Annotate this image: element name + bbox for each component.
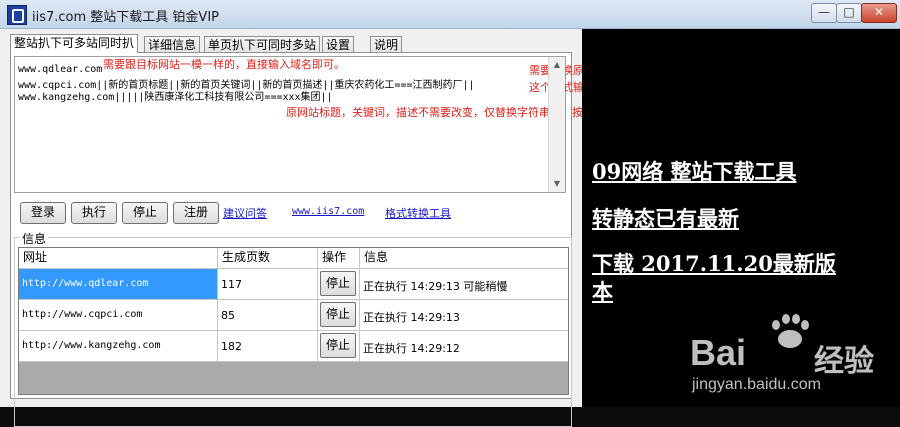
run-button[interactable]: 执行 bbox=[71, 202, 117, 224]
site-link[interactable]: www.iis7.com bbox=[292, 206, 364, 217]
convert-tool-link[interactable]: 格式转换工具 bbox=[385, 205, 451, 221]
table-row[interactable]: http://www.cqpci.com 85 停止 正在执行 14:29:13 bbox=[19, 300, 568, 331]
annotation-note: 需要跟目标网站一模一样的，直接输入域名即可。 bbox=[103, 58, 345, 71]
cell-pages: 182 bbox=[218, 331, 318, 361]
cell-url-text: http://www.qdlear.com bbox=[22, 278, 149, 289]
side-link-tool[interactable]: 09网络 整站下载工具 bbox=[592, 156, 797, 186]
stop-button[interactable]: 停止 bbox=[122, 202, 168, 224]
column-header-info[interactable]: 信息 bbox=[360, 248, 568, 268]
register-button[interactable]: 注册 bbox=[173, 202, 219, 224]
title-bar[interactable]: iis7.com 整站下载工具 铂金VIP — □ ✕ bbox=[0, 0, 900, 29]
task-table: 网址 生成页数 操作 信息 http://www.qdlear.com 117 … bbox=[18, 247, 569, 395]
row-stop-button[interactable]: 停止 bbox=[320, 302, 356, 327]
table-header: 网址 生成页数 操作 信息 bbox=[19, 248, 568, 269]
domain-input-textarea[interactable]: www.qdlear.com www.cqpci.com||新的首页标题||新的… bbox=[14, 56, 837, 193]
side-link-download-2[interactable]: 本 bbox=[592, 276, 613, 306]
cell-pages-text: 117 bbox=[221, 278, 242, 291]
paw-icon bbox=[768, 312, 810, 350]
main-panel: 整站扒下可多站同时扒 详细信息 单页扒下可同时多站 设置 说明 www.qdle… bbox=[0, 29, 837, 427]
row-stop-button[interactable]: 停止 bbox=[320, 271, 356, 296]
cell-info-text: 正在执行 14:29:12 bbox=[363, 342, 460, 355]
cell-action: 停止 bbox=[318, 300, 360, 330]
cell-pages: 117 bbox=[218, 269, 318, 299]
side-link-download[interactable]: 下载 2017.11.20最新版 bbox=[592, 248, 836, 278]
side-panel: 09网络 整站下载工具 转静态已有最新 下载 2017.11.20最新版 本 B… bbox=[582, 29, 900, 407]
close-button[interactable]: ✕ bbox=[861, 3, 897, 23]
window-title: iis7.com 整站下载工具 铂金VIP bbox=[32, 10, 219, 25]
tab-help[interactable]: 说明 bbox=[370, 36, 403, 53]
maximize-button[interactable]: □ bbox=[836, 3, 862, 23]
app-icon bbox=[7, 5, 27, 25]
cell-pages-text: 182 bbox=[221, 340, 242, 353]
watermark-brand: Bai bbox=[690, 332, 747, 373]
input-line: www.kangzehg.com|||||陕西康泽化工科技有限公司===xxx集… bbox=[18, 92, 333, 103]
cell-info: 正在执行 14:29:13 bbox=[360, 300, 568, 330]
cell-url[interactable]: http://www.kangzehg.com bbox=[19, 331, 218, 361]
cell-info-text: 正在执行 14:29:13 可能稍慢 bbox=[363, 280, 508, 293]
tab-whole-site[interactable]: 整站扒下可多站同时扒 bbox=[10, 34, 139, 53]
column-header-url[interactable]: 网址 bbox=[19, 248, 218, 268]
faq-link[interactable]: 建议问答 bbox=[223, 205, 267, 221]
baidu-watermark: Bai 经验 jingyan.baidu.com bbox=[690, 312, 890, 402]
cell-pages-text: 85 bbox=[221, 309, 235, 322]
column-header-action[interactable]: 操作 bbox=[318, 248, 360, 268]
cell-url[interactable]: http://www.qdlear.com bbox=[19, 269, 218, 299]
info-group-label: 信息 bbox=[20, 230, 49, 247]
cell-pages: 85 bbox=[218, 300, 318, 330]
cell-url-text: http://www.cqpci.com bbox=[22, 309, 143, 320]
cell-action: 停止 bbox=[318, 331, 360, 361]
app-window: iis7.com 整站下载工具 铂金VIP — □ ✕ 整站扒下可多站同时扒 详… bbox=[0, 0, 900, 427]
side-link-static[interactable]: 转静态已有最新 bbox=[592, 203, 739, 233]
tab-single-page[interactable]: 单页扒下可同时多站 bbox=[204, 36, 321, 53]
row-stop-button[interactable]: 停止 bbox=[320, 333, 356, 358]
cell-info: 正在执行 14:29:12 bbox=[360, 331, 568, 361]
cell-url[interactable]: http://www.cqpci.com bbox=[19, 300, 218, 330]
login-button[interactable]: 登录 bbox=[20, 202, 66, 224]
table-row[interactable]: http://www.kangzehg.com 182 停止 正在执行 14:2… bbox=[19, 331, 568, 362]
watermark-brand-2: 经验 bbox=[814, 345, 874, 378]
cell-info-text: 正在执行 14:29:13 bbox=[363, 311, 460, 324]
scroll-up-icon[interactable]: ▲ bbox=[549, 57, 565, 73]
watermark-url: jingyan.baidu.com bbox=[692, 376, 821, 393]
tab-details[interactable]: 详细信息 bbox=[144, 36, 201, 53]
cell-action: 停止 bbox=[318, 269, 360, 299]
textarea-scrollbar[interactable]: ▲ ▼ bbox=[548, 57, 565, 192]
column-header-pages[interactable]: 生成页数 bbox=[218, 248, 318, 268]
table-row[interactable]: http://www.qdlear.com 117 停止 正在执行 14:29:… bbox=[19, 269, 568, 300]
scroll-down-icon[interactable]: ▼ bbox=[549, 176, 565, 192]
minimize-button[interactable]: — bbox=[811, 3, 837, 23]
cell-url-text: http://www.kangzehg.com bbox=[22, 340, 161, 351]
input-line: www.qdlear.com bbox=[18, 64, 103, 75]
cell-info: 正在执行 14:29:13 可能稍慢 bbox=[360, 269, 568, 299]
tab-settings[interactable]: 设置 bbox=[322, 36, 355, 53]
